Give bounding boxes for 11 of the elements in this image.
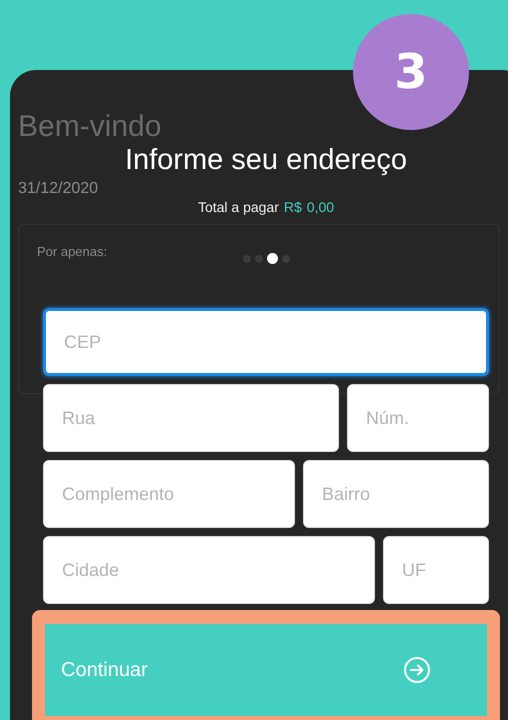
arrow-right-circle-icon bbox=[403, 656, 431, 684]
input-field[interactable]: CEP bbox=[43, 308, 489, 376]
continue-button[interactable]: Continuar bbox=[45, 624, 487, 716]
total-value: 0,00 bbox=[306, 199, 334, 215]
currency-symbol: R$ bbox=[284, 199, 302, 215]
page-title: Bem-vindo bbox=[18, 110, 162, 143]
modal-title: Informe seu endereço bbox=[124, 144, 408, 176]
price-label: Por apenas: bbox=[37, 244, 108, 259]
total-label: Total a pagar bbox=[198, 199, 279, 215]
step-badge: 3 bbox=[353, 14, 469, 130]
date-text: 31/12/2020 bbox=[18, 180, 98, 197]
